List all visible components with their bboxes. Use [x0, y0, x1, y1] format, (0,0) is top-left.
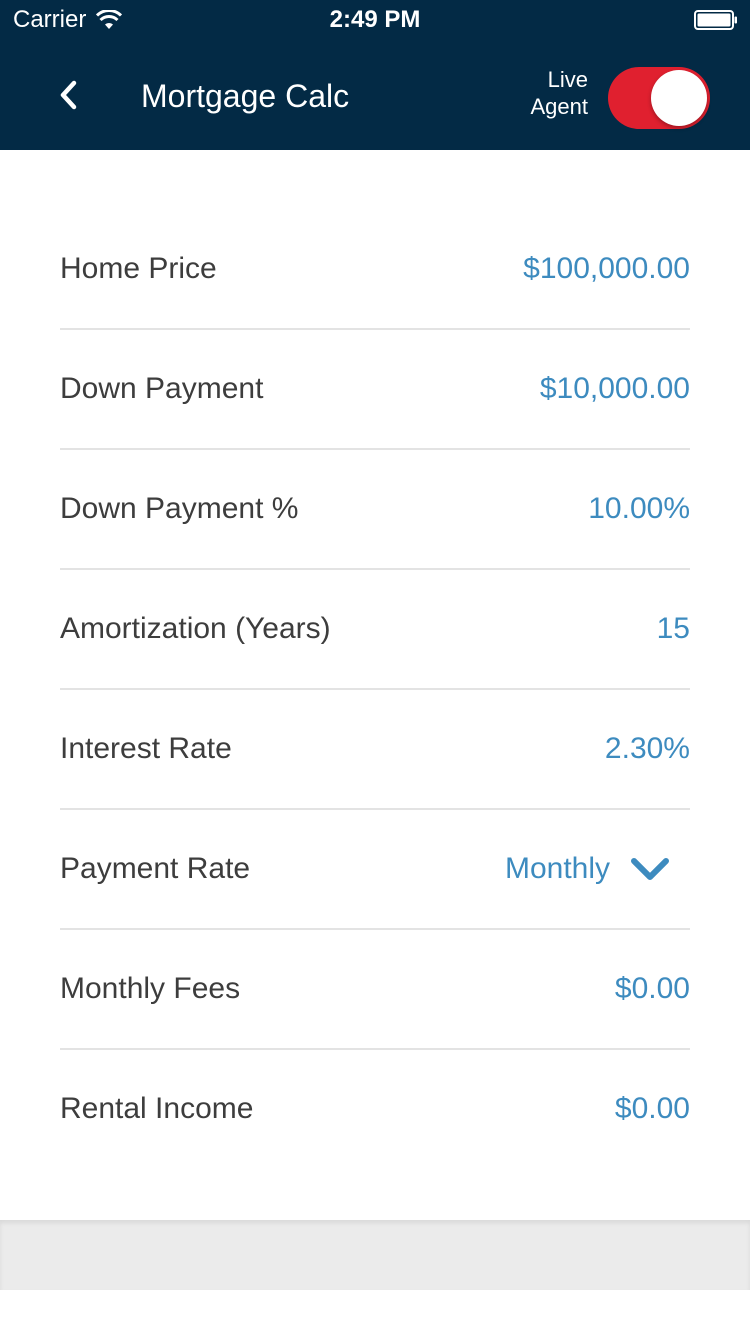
row-value[interactable]: 2.30% — [605, 732, 690, 766]
chevron-left-icon — [60, 80, 77, 110]
live-agent-toggle[interactable] — [608, 67, 710, 129]
row-label: Interest Rate — [60, 732, 232, 765]
status-time: 2:49 PM — [329, 6, 421, 33]
row-home-price[interactable]: Home Price $100,000.00 — [60, 210, 690, 330]
row-label: Payment Rate — [60, 852, 251, 885]
payment-rate-value: Monthly — [504, 852, 610, 885]
row-label: Down Payment — [60, 372, 264, 405]
header: Carrier 2:49 PM Mortgage Calc Live Agent — [0, 0, 750, 150]
row-value[interactable]: $0.00 — [615, 972, 690, 1006]
toggle-knob — [651, 70, 707, 126]
status-bar: Carrier 2:49 PM — [0, 0, 750, 40]
row-value[interactable]: $100,000.00 — [523, 252, 690, 286]
row-label: Rental Income — [60, 1092, 254, 1125]
row-interest-rate[interactable]: Interest Rate 2.30% — [60, 690, 690, 810]
nav-bar: Mortgage Calc Live Agent — [0, 40, 750, 150]
row-label: Down Payment % — [60, 492, 299, 525]
row-label: Home Price — [60, 252, 217, 285]
row-down-payment-percent[interactable]: Down Payment % 10.00% — [60, 450, 690, 570]
row-label: Amortization (Years) — [60, 612, 331, 645]
row-monthly-fees[interactable]: Monthly Fees $0.00 — [60, 930, 690, 1050]
row-value[interactable]: 10.00% — [588, 492, 690, 526]
live-agent-label-line1: Live — [547, 67, 588, 92]
chevron-down-icon[interactable] — [630, 856, 670, 882]
row-down-payment[interactable]: Down Payment $10,000.00 — [60, 330, 690, 450]
footer-band — [0, 1220, 750, 1290]
row-label: Monthly Fees — [60, 972, 241, 1005]
live-agent-label: Live Agent — [531, 66, 589, 120]
row-rental-income[interactable]: Rental Income $0.00 — [60, 1050, 690, 1168]
live-agent-label-line2: Agent — [530, 94, 589, 119]
battery-icon — [694, 10, 737, 30]
payment-rate-select[interactable]: Monthly — [505, 852, 690, 886]
row-payment-rate[interactable]: Payment Rate Monthly — [60, 810, 690, 930]
row-value[interactable]: $0.00 — [615, 1092, 690, 1126]
row-value[interactable]: 15 — [657, 612, 690, 646]
calculator-fields: Home Price $100,000.00 Down Payment $10,… — [60, 210, 690, 1168]
page-title: Mortgage Calc — [141, 78, 350, 114]
row-amortization[interactable]: Amortization (Years) 15 — [60, 570, 690, 690]
row-value[interactable]: $10,000.00 — [540, 372, 690, 406]
back-button[interactable] — [44, 70, 94, 120]
